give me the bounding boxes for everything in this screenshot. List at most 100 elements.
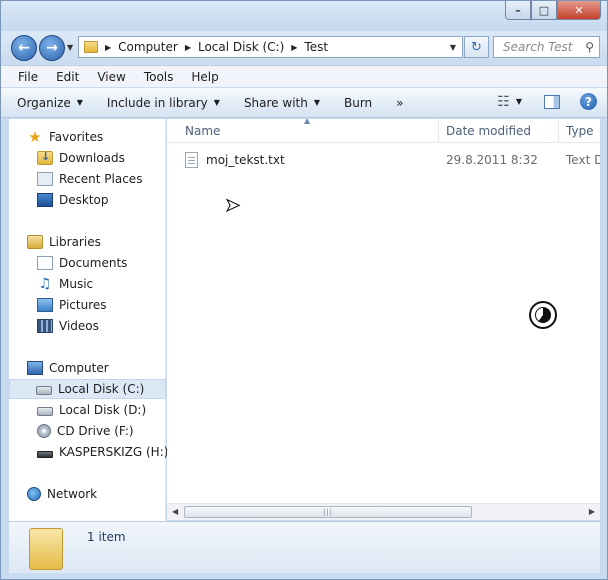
nav-kaspersky-drive-label: KASPERSKIZG (H:) <box>59 445 169 459</box>
share-with-button[interactable]: Share with ▼ <box>244 96 320 110</box>
scrollbar-thumb[interactable]: ||| <box>184 506 472 518</box>
breadcrumb-computer[interactable]: Computer <box>118 40 178 54</box>
nav-music-label: Music <box>59 277 94 291</box>
burn-label: Burn <box>344 95 373 110</box>
breadcrumb-local-disk-c[interactable]: Local Disk (C:) <box>198 40 284 54</box>
chevron-right-icon[interactable]: ▶ <box>291 43 297 52</box>
nav-network-label: Network <box>47 487 98 501</box>
details-pane: 1 item <box>9 521 600 573</box>
scroll-right-icon[interactable]: ▶ <box>589 507 595 516</box>
hard-disk-icon <box>37 407 53 416</box>
include-in-library-button[interactable]: Include in library ▼ <box>107 96 220 110</box>
caption-buttons: – □ ✕ <box>505 1 601 20</box>
forward-arrow-icon: → <box>46 40 58 56</box>
maximize-button[interactable]: □ <box>531 1 557 20</box>
nav-computer-label: Computer <box>49 361 109 375</box>
network-icon <box>27 487 41 501</box>
file-row[interactable]: moj_tekst.txt 29.8.2011 8:32 Text Docume… <box>185 150 600 170</box>
hard-disk-icon <box>36 386 52 395</box>
nav-pictures-label: Pictures <box>59 298 107 312</box>
change-view-icon[interactable]: ☷ <box>497 94 510 110</box>
chevron-down-icon: ▼ <box>313 98 320 107</box>
column-divider[interactable] <box>558 119 559 143</box>
music-icon: ♫ <box>38 276 52 292</box>
nav-cd-drive-label: CD Drive (F:) <box>57 424 134 438</box>
refresh-button[interactable]: ↻ <box>464 36 489 58</box>
cd-drive-icon <box>37 424 51 438</box>
recent-places-icon <box>37 172 53 186</box>
folder-icon <box>84 41 98 53</box>
more-commands-button[interactable]: » <box>396 96 403 110</box>
nav-recent-places-label: Recent Places <box>59 172 143 186</box>
file-name: moj_tekst.txt <box>206 153 285 167</box>
address-row: ← → ▼ ▶ Computer ▶ Local Disk (C:) ▶ Tes… <box>1 31 607 63</box>
chevron-down-icon: ▼ <box>76 98 83 107</box>
star-icon: ★ <box>28 128 42 146</box>
navigation-pane: ★ Favorites Downloads Recent Places Desk… <box>9 119 169 521</box>
nav-libraries[interactable]: Libraries <box>27 232 184 252</box>
column-name[interactable]: Name <box>185 124 220 138</box>
close-button[interactable]: ✕ <box>557 1 601 20</box>
chevron-down-icon: ▼ <box>213 98 220 107</box>
file-date-modified: 29.8.2011 8:32 <box>446 153 538 167</box>
title-bar: – □ ✕ <box>1 1 607 31</box>
nav-network[interactable]: Network <box>27 484 184 504</box>
column-type[interactable]: Type <box>566 124 594 138</box>
scroll-left-icon[interactable]: ◀ <box>172 507 178 516</box>
chevron-right-icon[interactable]: ▶ <box>105 43 111 52</box>
menu-edit[interactable]: Edit <box>47 70 88 84</box>
forward-button[interactable]: → <box>39 35 65 61</box>
mouse-cursor-icon: ➤ <box>224 195 241 217</box>
include-in-library-label: Include in library <box>106 95 208 110</box>
menu-file[interactable]: File <box>9 70 47 84</box>
computer-icon <box>27 361 43 375</box>
folder-icon <box>29 528 63 570</box>
column-date-modified[interactable]: Date modified <box>446 124 531 138</box>
column-divider[interactable] <box>438 119 439 143</box>
explorer-window: – □ ✕ ← → ▼ ▶ Computer ▶ Local Disk (C:)… <box>0 0 608 580</box>
nav-local-disk-d-label: Local Disk (D:) <box>59 403 147 417</box>
nav-favorites[interactable]: ★ Favorites <box>27 127 184 147</box>
column-headers: ▲ Name Date modified Type <box>167 119 600 143</box>
command-bar: Organize ▼ Include in library ▼ Share wi… <box>1 88 607 118</box>
menu-view[interactable]: View <box>88 70 134 84</box>
nav-local-disk-c-label: Local Disk (C:) <box>58 382 145 396</box>
share-with-label: Share with <box>243 95 308 110</box>
desktop-icon <box>37 193 53 207</box>
burn-button[interactable]: Burn <box>344 96 372 110</box>
nav-local-disk-c[interactable]: Local Disk (C:) <box>9 379 166 399</box>
help-icon[interactable]: ? <box>580 93 597 110</box>
address-bar[interactable]: ▶ Computer ▶ Local Disk (C:) ▶ Test ▼ <box>78 36 463 58</box>
breadcrumb-test[interactable]: Test <box>304 40 328 54</box>
nav-documents-label: Documents <box>59 256 128 270</box>
file-list-pane[interactable]: ▲ Name Date modified Type moj_tekst.txt … <box>167 119 600 503</box>
horizontal-scrollbar[interactable]: ◀ ||| ▶ <box>167 503 600 520</box>
menu-tools[interactable]: Tools <box>135 70 183 84</box>
nav-computer[interactable]: Computer <box>27 358 184 378</box>
address-dropdown[interactable]: ▼ <box>450 43 456 52</box>
search-input[interactable]: Search Test ⚲ <box>493 36 600 58</box>
item-count: 1 item <box>87 530 126 544</box>
documents-icon <box>37 256 53 270</box>
recent-pages-dropdown[interactable]: ▼ <box>67 43 73 52</box>
menu-help[interactable]: Help <box>182 70 227 84</box>
search-placeholder: Search Test <box>503 40 573 54</box>
more-commands-label: » <box>396 95 404 110</box>
nav-libraries-label: Libraries <box>49 235 101 249</box>
busy-indicator-icon <box>529 301 557 329</box>
refresh-icon: ↻ <box>471 39 482 55</box>
menu-bar: File Edit View Tools Help <box>1 65 607 87</box>
text-file-icon <box>185 152 198 168</box>
search-icon: ⚲ <box>585 40 594 54</box>
chevron-right-icon[interactable]: ▶ <box>185 43 191 52</box>
back-arrow-icon: ← <box>18 40 30 56</box>
videos-icon <box>37 319 53 333</box>
file-type: Text Document <box>566 153 600 167</box>
preview-pane-icon[interactable] <box>544 94 560 109</box>
minimize-button[interactable]: – <box>505 1 531 20</box>
view-options-dropdown[interactable]: ▼ <box>516 97 522 106</box>
organize-button[interactable]: Organize ▼ <box>17 96 83 110</box>
back-button[interactable]: ← <box>11 35 37 61</box>
downloads-folder-icon <box>37 150 53 165</box>
nav-downloads-label: Downloads <box>59 151 125 165</box>
